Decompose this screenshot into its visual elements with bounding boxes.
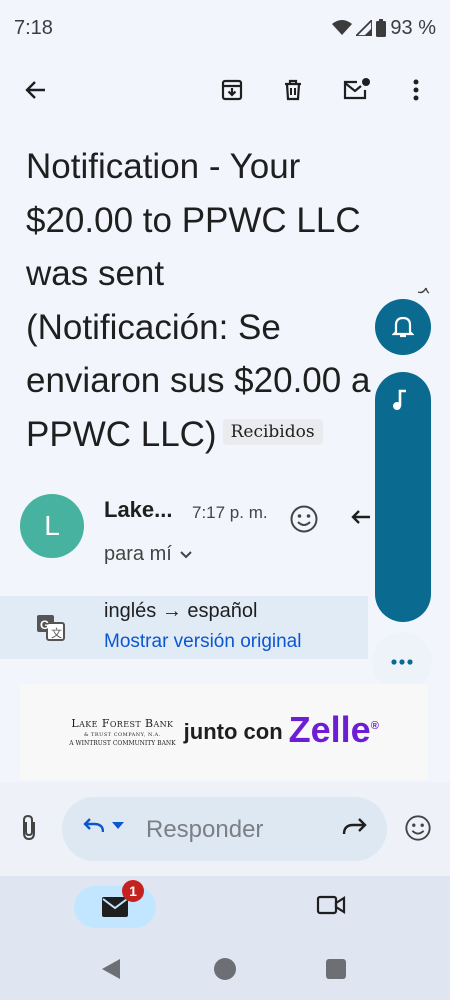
status-bar: 7:18 93 % bbox=[0, 0, 450, 56]
system-home-button[interactable] bbox=[214, 958, 236, 980]
reply-button[interactable] bbox=[350, 508, 370, 531]
chevron-down-icon bbox=[180, 550, 192, 558]
trash-icon bbox=[285, 79, 301, 101]
moon-icon bbox=[417, 287, 430, 294]
unread-badge: 1 bbox=[122, 880, 144, 902]
reply-arrow-icon bbox=[351, 510, 370, 524]
show-original-link[interactable]: Mostrar versión original bbox=[104, 631, 301, 653]
status-time: 7:18 bbox=[14, 16, 53, 39]
archive-button[interactable] bbox=[212, 70, 252, 110]
recipient-text: para mí bbox=[104, 543, 172, 565]
mark-unread-icon bbox=[343, 78, 370, 100]
svg-text:文: 文 bbox=[51, 626, 62, 640]
caret-down-icon bbox=[112, 822, 124, 829]
system-navigation bbox=[0, 940, 450, 1000]
react-emoji-button[interactable] bbox=[289, 504, 319, 539]
email-subject: Notification - Your $20.00 to PPWC LLC w… bbox=[26, 140, 376, 461]
delete-button[interactable] bbox=[273, 70, 313, 110]
emoji-icon bbox=[290, 505, 318, 533]
zelle-logo: Zelle® bbox=[288, 709, 379, 750]
status-icons: 93 % bbox=[332, 17, 436, 40]
music-note-icon bbox=[393, 389, 406, 410]
forward-button[interactable] bbox=[342, 817, 368, 842]
subject-text: Notification - Your $20.00 to PPWC LLC w… bbox=[26, 147, 371, 454]
attach-button[interactable] bbox=[18, 814, 40, 847]
bottom-navigation: 1 bbox=[0, 876, 450, 940]
paperclip-icon bbox=[23, 814, 35, 841]
email-time: 7:17 p. m. bbox=[192, 503, 268, 522]
video-camera-icon bbox=[316, 895, 346, 915]
system-recents-button[interactable] bbox=[326, 959, 346, 979]
bell-icon bbox=[392, 316, 414, 338]
wifi-icon bbox=[332, 20, 353, 35]
email-toolbar bbox=[0, 62, 450, 118]
system-back-icon[interactable] bbox=[100, 958, 122, 980]
email-banner: Lake Forest Bank & TRUST COMPANY, N.A. A… bbox=[20, 684, 428, 780]
nav-meet-tab[interactable] bbox=[316, 894, 346, 921]
forward-icon bbox=[342, 818, 367, 835]
svg-text:G: G bbox=[40, 618, 49, 632]
reply-placeholder: Responder bbox=[146, 816, 264, 843]
junto-con-text: junto con bbox=[183, 719, 283, 744]
side-panel[interactable] bbox=[375, 372, 431, 622]
mark-unread-button[interactable] bbox=[336, 70, 376, 110]
sender-name[interactable]: Lake... bbox=[104, 497, 172, 523]
translation-languages: inglés → español bbox=[104, 600, 258, 622]
side-more-button[interactable] bbox=[372, 632, 432, 692]
avatar[interactable]: L bbox=[20, 494, 84, 558]
lake-forest-bank-logo: Lake Forest Bank & TRUST COMPANY, N.A. A… bbox=[69, 717, 176, 747]
reply-icon bbox=[83, 818, 104, 833]
translate-icon: G文 bbox=[37, 615, 65, 641]
more-vert-icon bbox=[413, 79, 419, 101]
label-chip[interactable]: Recibidos bbox=[222, 419, 323, 446]
emoji-icon bbox=[405, 815, 431, 841]
battery-level: 93 % bbox=[390, 16, 436, 39]
compose-row: Responder bbox=[0, 782, 450, 876]
more-options-button[interactable] bbox=[396, 70, 436, 110]
recipient-toggle[interactable]: para mí bbox=[104, 543, 192, 566]
nav-mail-tab[interactable]: 1 bbox=[74, 880, 156, 928]
translation-bar: G文 inglés → español Mostrar versión orig… bbox=[0, 596, 368, 659]
more-horiz-icon bbox=[391, 659, 413, 665]
mail-icon bbox=[102, 897, 128, 917]
back-button[interactable] bbox=[16, 70, 56, 110]
battery-icon bbox=[376, 19, 387, 37]
signal-icon bbox=[356, 20, 373, 36]
reply-input[interactable]: Responder bbox=[62, 797, 387, 861]
notification-bell-button[interactable] bbox=[375, 299, 431, 355]
arrow-left-icon bbox=[25, 81, 45, 99]
archive-icon bbox=[221, 79, 243, 101]
compose-emoji-button[interactable] bbox=[404, 814, 432, 847]
reply-type-dropdown[interactable] bbox=[82, 817, 124, 835]
